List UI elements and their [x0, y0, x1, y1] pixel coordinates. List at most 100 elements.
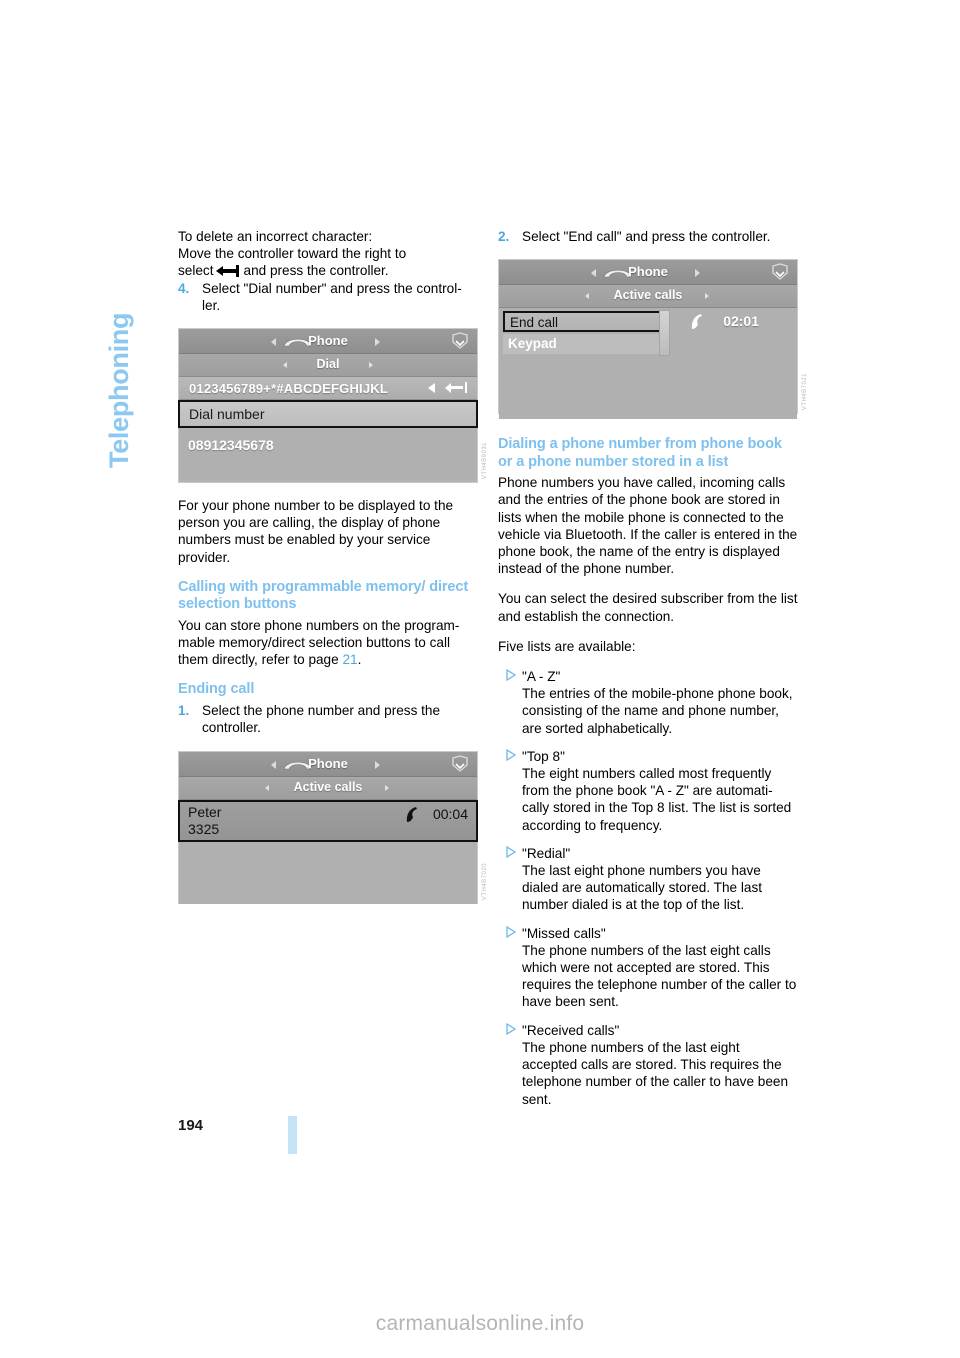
dial-number-row[interactable]: Dial number — [178, 400, 478, 429]
triangle-bullet-icon — [499, 748, 516, 761]
step-2: 2. Select "End call" and press the contr… — [498, 228, 798, 245]
programmable-text-post: . — [357, 652, 362, 668]
character-strip[interactable]: 0123456789+*#ABCDEFGHIJKL — [179, 377, 477, 401]
mmi-subheader-title-3: Active calls — [613, 288, 683, 303]
page-reference-link[interactable]: 21 — [342, 652, 357, 667]
step-4-text: Select "Dial number" and press the contr… — [202, 280, 462, 313]
mmi-header-title: Phone — [308, 333, 348, 349]
scroll-indicator-icon — [452, 755, 468, 773]
keypad-menu-item[interactable]: Keypad — [503, 334, 669, 355]
list-item-desc: The last eight phone numbers you have di… — [522, 863, 763, 913]
mmi-screenshot-end-call: Phone Active calls End call Keypad 02:01 — [498, 259, 798, 420]
end-call-label: End call — [510, 315, 559, 331]
mmi-screenshot-dial: Phone Dial 0123456789+*#ABCDEFGHIJKL Dia… — [178, 328, 478, 484]
delete-char-line1: To delete an incorrect character: — [178, 229, 373, 244]
active-call-number: 3325 — [188, 821, 220, 838]
step-4: 4. Select "Dial number" and press the co… — [178, 280, 478, 314]
manual-page: Telephoning To delete an incorrect chara… — [0, 0, 960, 1358]
sub-next-arrow-icon[interactable] — [385, 785, 389, 792]
end-call-menu: End call Keypad 02:01 — [499, 308, 797, 365]
mmi-screenshot-active-calls: Phone Active calls Peter 3325 00:04 — [178, 751, 478, 905]
screenshot-endcall-block: Phone Active calls End call Keypad 02:01… — [498, 259, 808, 420]
dialing-paragraph-1: Phone numbers you have called, incoming … — [498, 475, 798, 577]
list-item: "Received calls" The phone numbers of th… — [498, 1022, 798, 1108]
programmable-text: You can store phone numbers on the progr… — [178, 617, 460, 668]
site-watermark: carmanualsonline.info — [375, 1312, 585, 1335]
screenshot-dial-block: Phone Dial 0123456789+*#ABCDEFGHIJKL Dia… — [178, 328, 488, 484]
page-number: 194 — [178, 1117, 204, 1134]
list-item-term: "Missed calls" — [522, 925, 606, 941]
dialed-number-value: 08912345678 — [188, 437, 274, 454]
mmi-subheader-title: Dial — [316, 357, 340, 372]
list-item-term: "Received calls" — [522, 1022, 620, 1038]
mmi-header-bar-3: Phone — [499, 260, 797, 286]
header-next-arrow-icon[interactable] — [375, 338, 380, 347]
footer-accent-bar — [288, 1116, 297, 1154]
heading-ending-call: Ending call — [178, 681, 255, 698]
active-calls-empty-area — [179, 842, 477, 905]
mmi-subheader-bar: Dial — [179, 354, 477, 378]
chapter-tab-label: Telephoning — [104, 312, 134, 468]
left-column: To delete an incorrect character: Move t… — [178, 228, 488, 905]
step-1-number: 1. — [178, 702, 190, 718]
list-item-desc: The phone numbers of the last eight call… — [522, 942, 797, 1010]
triangle-bullet-icon — [499, 669, 516, 682]
list-item-desc: The entries of the mobile-phone phone bo… — [522, 686, 793, 736]
backspace-icon — [215, 265, 242, 278]
dialed-number-listing[interactable]: 08912345678 — [179, 428, 477, 481]
character-strip-chars: 0123456789+*#ABCDEFGHIJKL — [189, 381, 389, 397]
step-1-text: Select the phone number and press the co… — [202, 702, 441, 736]
active-call-row[interactable]: Peter 3325 00:04 — [178, 800, 478, 843]
list-item-term: "A - Z" — [522, 669, 561, 685]
mmi-subheader-title-2: Active calls — [293, 780, 363, 795]
dialing-paragraph-3: Five lists are available: — [498, 638, 636, 654]
list-item: "Missed calls" The phone numbers of the … — [498, 925, 798, 1011]
delete-char-line3-after: and press the controller. — [243, 263, 389, 279]
dialing-paragraph-2: You can select the desired subscriber fr… — [498, 591, 798, 624]
delete-char-intro: To delete an incorrect character: Move t… — [178, 228, 478, 280]
mmi-header-bar-2: Phone — [179, 752, 477, 778]
end-call-empty-area — [499, 364, 797, 420]
mmi-subheader-bar-3: Active calls — [499, 285, 797, 309]
scroll-indicator-icon — [452, 332, 468, 349]
screenshot-active-block: Phone Active calls Peter 3325 00:04 VTH4… — [178, 751, 488, 905]
sub-next-arrow-icon[interactable] — [369, 362, 373, 369]
triangle-bullet-icon — [499, 925, 516, 938]
charstrip-backspace-icon[interactable] — [445, 382, 469, 394]
right-column: 2. Select "End call" and press the contr… — [498, 228, 808, 1119]
list-item-term: "Redial" — [522, 845, 571, 861]
end-call-menu-item[interactable]: End call — [503, 311, 669, 333]
triangle-bullet-icon — [499, 1022, 516, 1035]
dial-number-label: Dial number — [189, 406, 265, 423]
active-call-name: Peter — [188, 804, 222, 821]
list-item-term: "Top 8" — [522, 748, 565, 764]
step-4-number: 4. — [178, 280, 190, 296]
header-next-arrow-icon[interactable] — [695, 269, 700, 278]
programmable-paragraph: You can store phone numbers on the progr… — [178, 617, 478, 669]
keypad-label: Keypad — [508, 336, 557, 352]
figure-code-active: VTH4B7020 — [481, 863, 488, 901]
caller-id-paragraph: For your phone number to be displayed to… — [178, 498, 454, 565]
step-2-number: 2. — [498, 229, 510, 244]
triangle-bullet-icon — [499, 845, 516, 858]
figure-code-endcall: VTH4B7021 — [801, 373, 808, 411]
list-item: "A - Z" The entries of the mobile-phone … — [498, 668, 798, 737]
list-item-desc: The eight numbers called most frequently… — [522, 766, 792, 833]
menu-scrollbar[interactable] — [659, 310, 670, 357]
mmi-header-title-2: Phone — [308, 756, 348, 772]
call-handset-icon — [406, 807, 417, 823]
delete-char-line2: Move the controller toward the right to — [178, 246, 407, 262]
step-2-text: Select "End call" and press the controll… — [522, 229, 771, 244]
step-1: 1. Select the phone number and press the… — [178, 702, 478, 736]
active-call-duration: 00:04 — [432, 806, 468, 823]
figure-code-dial: VTH4B9031 — [481, 441, 488, 480]
list-item: "Redial" The last eight phone numbers yo… — [498, 845, 798, 914]
sub-next-arrow-icon[interactable] — [705, 293, 709, 300]
mmi-header-title-3: Phone — [628, 264, 668, 280]
mmi-header-bar: Phone — [179, 329, 477, 355]
header-next-arrow-icon[interactable] — [375, 761, 380, 770]
charstrip-left-arrow-icon[interactable] — [428, 383, 435, 394]
scroll-indicator-icon — [772, 263, 788, 281]
chapter-tab: Telephoning — [104, 0, 144, 468]
heading-dialing-from-phonebook: Dialing a phone number from phone book o… — [498, 436, 782, 470]
